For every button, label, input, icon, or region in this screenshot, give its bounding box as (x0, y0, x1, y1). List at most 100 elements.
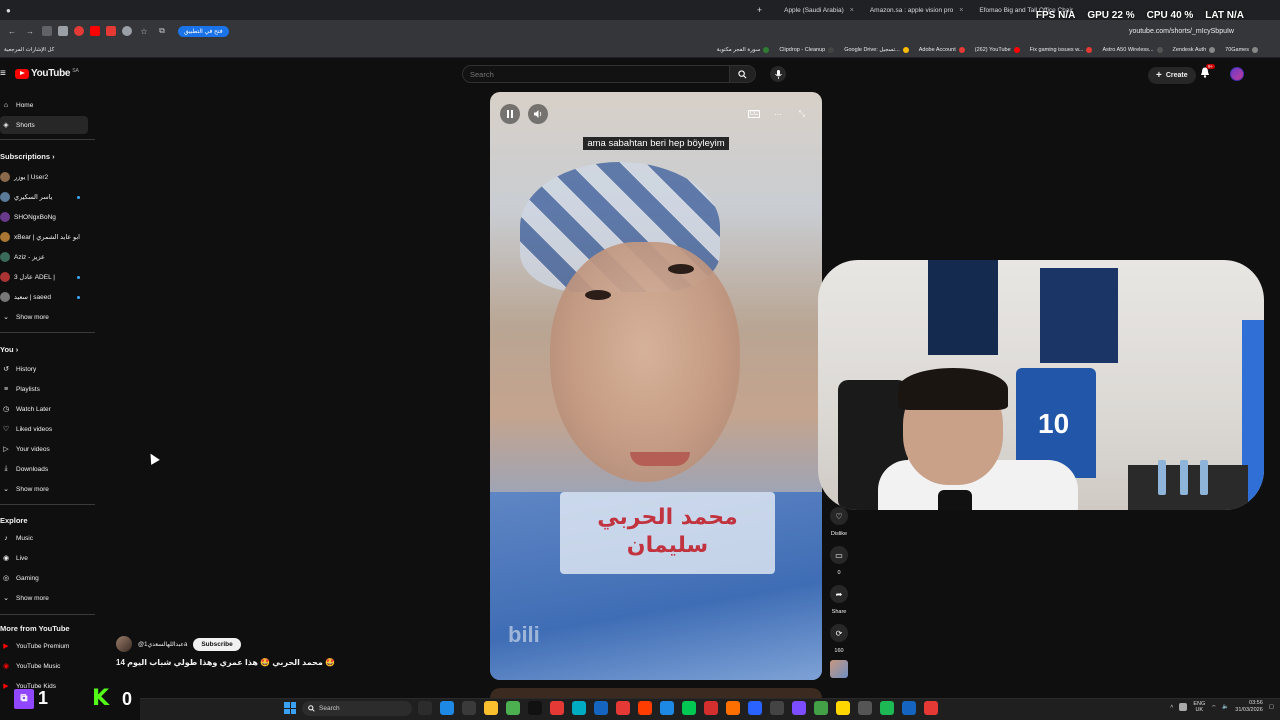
tab-amazon[interactable]: Amazon.sa : apple vision pro × (862, 0, 972, 20)
fullscreen-button[interactable]: ⤡ (792, 104, 812, 124)
comments-button[interactable]: ▭ (830, 546, 848, 564)
taskbar-app-icon[interactable] (748, 701, 762, 715)
extension-icon[interactable] (74, 26, 84, 36)
bookmark-item[interactable]: Astro A50 Wireless... (1102, 46, 1163, 53)
sidebar-item-shorts[interactable]: ◈ Shorts (0, 116, 88, 134)
extension-icon[interactable] (122, 26, 132, 36)
url-field[interactable]: youtube.com/shorts/_mIcySbpuIw (1129, 28, 1234, 35)
bookmark-item[interactable]: سورة الفجر مكتوبة (717, 46, 770, 53)
notifications-button[interactable]: 9+ (1200, 64, 1216, 80)
taskbar-app-icon[interactable] (506, 701, 520, 715)
notifications-icon[interactable]: ▢ (1269, 704, 1274, 710)
taskbar-app-icon[interactable] (770, 701, 784, 715)
taskbar-search[interactable]: Search (302, 701, 412, 716)
short-title[interactable]: محمد الحربي 🤩 هذا عمري وهذا طولي شباب ال… (116, 658, 335, 667)
new-tab-button[interactable]: + (757, 5, 762, 15)
subscription-item[interactable]: SHONgxBoNg (0, 208, 88, 226)
bookmark-item[interactable]: Clipdrop - Cleanup (779, 46, 835, 53)
taskbar-app-icon[interactable] (572, 701, 586, 715)
open-in-app-button[interactable]: فتح في التطبيق (178, 25, 229, 37)
taskbar-app-icon[interactable] (880, 701, 894, 715)
sidebar-item-liked-videos[interactable]: ♡ Liked videos (0, 420, 88, 438)
shorts-video-player[interactable]: CC ⋯ ⤡ ama sabahtan beri hep böyleyim مح… (490, 92, 822, 680)
sidebar-item-youtube-music[interactable]: ◉ YouTube Music (0, 657, 88, 675)
search-button[interactable] (729, 66, 755, 82)
sidebar-item-music[interactable]: ♪ Music (0, 529, 88, 547)
taskbar-app-icon[interactable] (792, 701, 806, 715)
extension-icon[interactable] (42, 26, 52, 36)
taskbar-app-icon[interactable] (682, 701, 696, 715)
show-more-button[interactable]: ⌄ Show more (0, 589, 88, 607)
taskbar-app-icon[interactable] (594, 701, 608, 715)
taskbar-app-icon[interactable] (858, 701, 872, 715)
taskbar-app-icon[interactable] (924, 701, 938, 715)
taskbar-app-icon[interactable] (418, 701, 432, 715)
taskbar-app-icon[interactable] (528, 701, 542, 715)
sidebar-item-your-videos[interactable]: ▷ Your videos (0, 440, 88, 458)
volume-icon[interactable]: 🔈 (1222, 704, 1229, 710)
remix-button[interactable]: ⟳ (830, 624, 848, 642)
share-button[interactable]: ➦ (830, 585, 848, 603)
bookmark-item[interactable]: (262) YouTube (975, 46, 1020, 53)
bookmark-item[interactable]: Google Drive: تسجيل... (844, 46, 909, 53)
show-more-button[interactable]: ⌄ Show more (0, 480, 88, 498)
clock[interactable]: 03:56 31/03/2026 (1235, 700, 1263, 714)
taskbar-app-icon[interactable] (440, 701, 454, 715)
search-input[interactable] (463, 69, 729, 79)
youtube-extension-icon[interactable] (90, 26, 100, 36)
subscription-item[interactable]: سعيد | saeed (0, 288, 88, 306)
sidebar-item-playlists[interactable]: ≡ Playlists (0, 380, 88, 398)
taskbar-app-icon[interactable] (726, 701, 740, 715)
sidebar-item-home[interactable]: ⌂ Home (0, 96, 88, 114)
subscription-item[interactable]: ياسر السكيري (0, 188, 88, 206)
extension-icon[interactable] (106, 26, 116, 36)
you-heading[interactable]: You › (0, 345, 18, 354)
sidebar-item-downloads[interactable]: ⤓ Downloads (0, 460, 88, 478)
taskbar-app-icon[interactable] (836, 701, 850, 715)
bookmark-item[interactable]: Fix gaming issues w... (1030, 46, 1093, 53)
sidebar-item-youtube-premium[interactable]: ▶ YouTube Premium (0, 637, 88, 655)
back-icon[interactable]: ← (6, 25, 18, 37)
channel-name[interactable]: @عبدالله‏السعدي‏1a‏ (138, 641, 187, 648)
voice-search-button[interactable] (770, 66, 786, 82)
taskbar-app-icon[interactable] (902, 701, 916, 715)
browser-menu-icon[interactable]: ● (0, 6, 17, 15)
sidebar-item-gaming[interactable]: ◎ Gaming (0, 569, 88, 587)
network-icon[interactable]: ⌔ (1211, 704, 1216, 711)
show-more-button[interactable]: ⌄ Show more (0, 308, 88, 326)
star-icon[interactable]: ☆ (138, 25, 150, 37)
close-icon[interactable]: × (850, 7, 854, 14)
bookmark-item[interactable]: Zendesk Auth (1173, 46, 1216, 53)
captions-button[interactable]: CC (744, 104, 764, 124)
sound-thumbnail[interactable] (830, 660, 848, 678)
taskbar-app-icon[interactable] (814, 701, 828, 715)
create-button[interactable]: + Create (1148, 67, 1196, 84)
all-bookmarks-button[interactable]: كل الإشارات المرجعية (4, 47, 54, 53)
channel-avatar[interactable] (116, 636, 132, 652)
volume-button[interactable] (528, 104, 548, 124)
subscribe-button[interactable]: Subscribe (193, 637, 241, 651)
subscriptions-heading[interactable]: Subscriptions › (0, 152, 55, 161)
taskbar-app-icon[interactable] (484, 701, 498, 715)
sidebar-item-live[interactable]: ◉ Live (0, 549, 88, 567)
sidebar-item-history[interactable]: ↺ History (0, 360, 88, 378)
taskbar-app-icon[interactable] (462, 701, 476, 715)
language-indicator[interactable]: ENG UK (1193, 701, 1205, 713)
bookmark-item[interactable]: Adobe Account (919, 46, 965, 53)
subscription-item[interactable]: xBear | ابو عابد الشمري (0, 228, 88, 246)
taskbar-app-icon[interactable] (550, 701, 564, 715)
subscription-item[interactable]: يوزر | User2 (0, 168, 88, 186)
extension-icon[interactable] (58, 26, 68, 36)
subscription-item[interactable]: 3 عادل ADEL | (0, 268, 88, 286)
close-icon[interactable]: × (959, 7, 963, 14)
pause-button[interactable] (500, 104, 520, 124)
more-options-button[interactable]: ⋯ (768, 104, 788, 124)
subscription-item[interactable]: Aziz - عزيز (0, 248, 88, 266)
chevron-up-icon[interactable]: ˄ (1170, 704, 1173, 710)
taskbar-app-icon[interactable] (638, 701, 652, 715)
sidebar-item-watch-later[interactable]: ◷ Watch Later (0, 400, 88, 418)
hamburger-menu-icon[interactable]: ≡ (0, 68, 6, 79)
install-app-icon[interactable]: ⧉ (156, 25, 168, 37)
tray-app-icon[interactable] (1179, 703, 1188, 711)
account-avatar[interactable] (1230, 67, 1244, 81)
